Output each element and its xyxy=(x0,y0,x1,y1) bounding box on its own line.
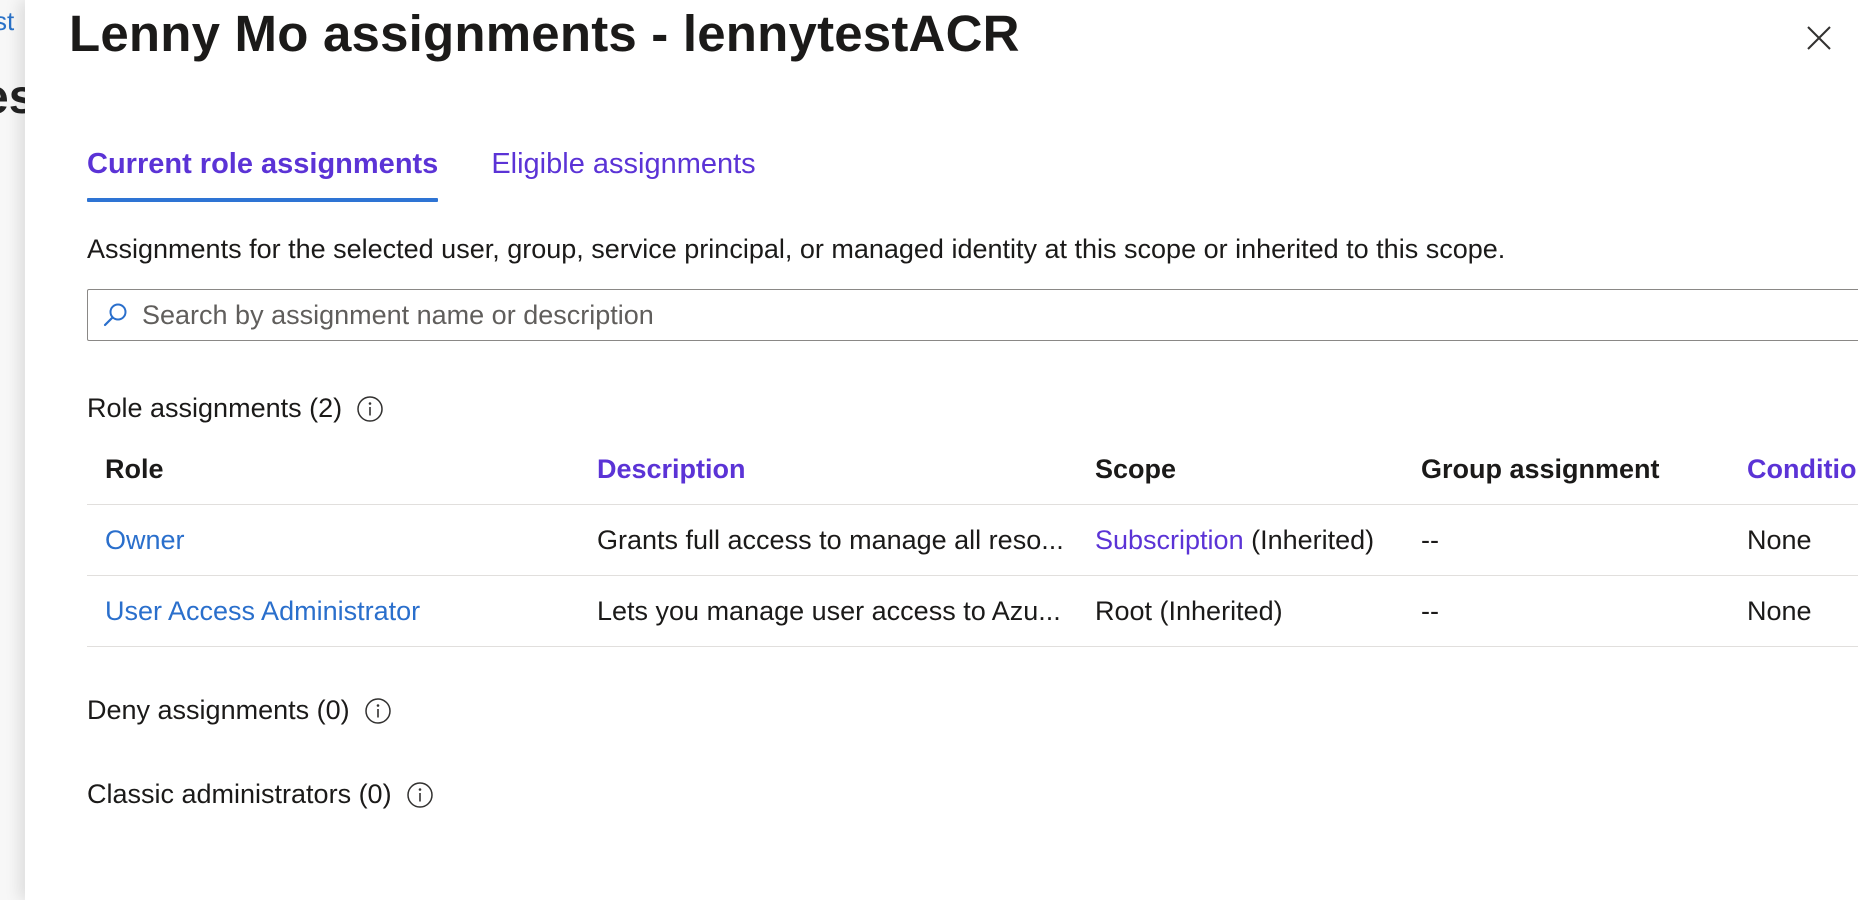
close-icon xyxy=(1807,26,1831,50)
deny-assignments-label: Deny assignments (0) xyxy=(87,695,350,725)
column-header-description[interactable]: Description xyxy=(597,435,1085,504)
close-button[interactable] xyxy=(1803,22,1835,54)
info-icon[interactable] xyxy=(364,697,392,725)
condition-cell: None xyxy=(1747,524,1812,555)
role-assignments-table: Role Description Scope Group assignment … xyxy=(87,435,1858,647)
scope-inherited-label: (Inherited) xyxy=(1243,524,1375,555)
description-cell: Lets you manage user access to Azu... xyxy=(597,595,1061,626)
column-header-scope[interactable]: Scope xyxy=(1095,435,1413,504)
tab-bar: Current role assignments Eligible assign… xyxy=(87,142,756,204)
background-breadcrumb-link[interactable]: st xyxy=(0,6,14,37)
scope-cell: Subscription (Inherited) xyxy=(1095,505,1413,575)
role-link-owner[interactable]: Owner xyxy=(105,505,575,575)
deny-assignments-heading: Deny assignments (0) xyxy=(87,695,392,726)
description-cell: Grants full access to manage all reso... xyxy=(597,524,1064,555)
background-page: st es xyxy=(0,0,25,900)
group-assignment-cell: -- xyxy=(1421,524,1439,555)
blade-title: Lenny Mo assignments - lennytestACR xyxy=(69,5,1020,62)
column-header-group-assignment[interactable]: Group assignment xyxy=(1421,435,1721,504)
background-page-title: es xyxy=(0,71,25,124)
info-icon[interactable] xyxy=(356,395,384,423)
info-icon[interactable] xyxy=(406,781,434,809)
scope-link-subscription[interactable]: Subscription xyxy=(1095,525,1244,556)
tab-current-role-assignments[interactable]: Current role assignments xyxy=(87,142,439,204)
search-icon xyxy=(100,300,130,330)
group-assignment-cell: -- xyxy=(1421,595,1439,626)
role-assignments-label: Role assignments (2) xyxy=(87,393,343,423)
classic-administrators-label: Classic administrators (0) xyxy=(87,779,392,809)
intro-description: Assignments for the selected user, group… xyxy=(87,234,1506,264)
role-link-user-access-administrator[interactable]: User Access Administrator xyxy=(105,576,575,646)
table-header-row: Role Description Scope Group assignment … xyxy=(87,435,1858,505)
role-assignments-heading: Role assignments (2) xyxy=(87,393,384,424)
table-row: Owner Grants full access to manage all r… xyxy=(87,505,1858,576)
assignments-blade: Lenny Mo assignments - lennytestACR Curr… xyxy=(25,0,1858,900)
table-row: User Access Administrator Lets you manag… xyxy=(87,576,1858,647)
column-header-condition[interactable]: Conditio xyxy=(1747,435,1858,504)
search-box[interactable] xyxy=(87,289,1858,341)
column-header-role[interactable]: Role xyxy=(105,435,575,504)
scope-cell: Root (Inherited) xyxy=(1095,595,1283,626)
classic-administrators-heading: Classic administrators (0) xyxy=(87,779,434,810)
search-input[interactable] xyxy=(140,298,1744,332)
tab-eligible-assignments[interactable]: Eligible assignments xyxy=(491,142,755,204)
condition-cell: None xyxy=(1747,595,1812,626)
